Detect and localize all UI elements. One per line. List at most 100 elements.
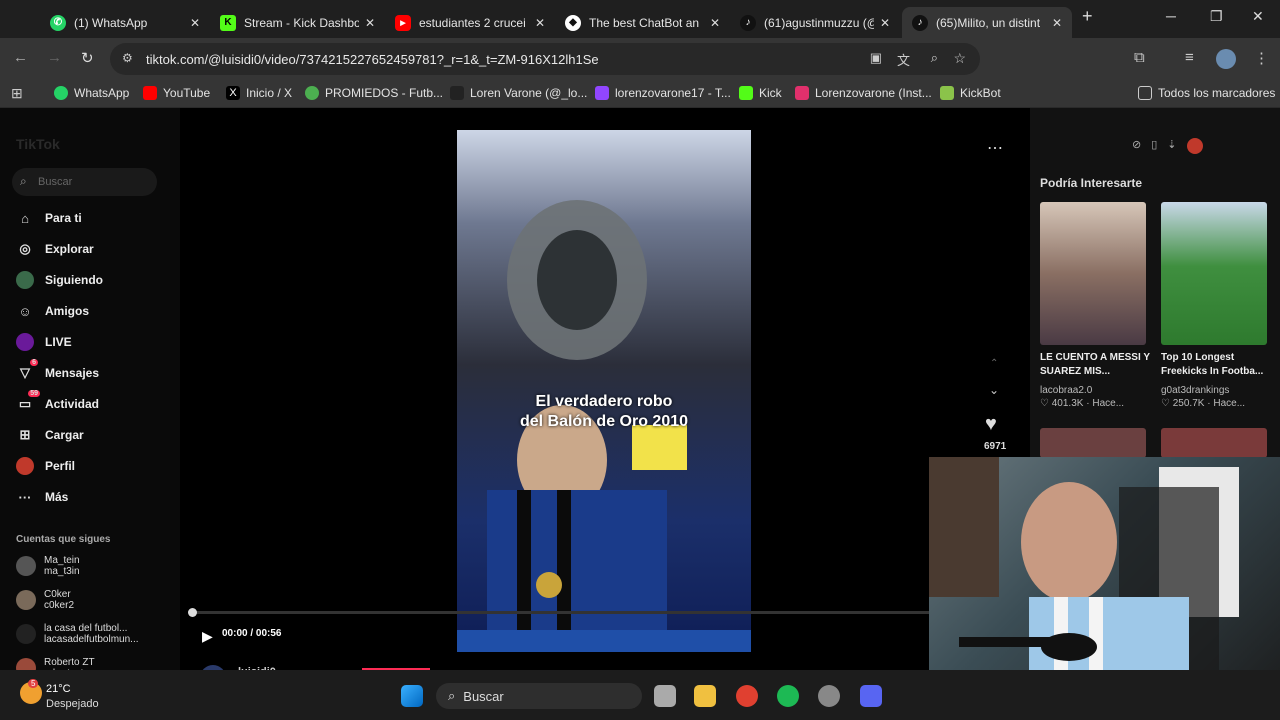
weather-sun-icon[interactable]: 5 <box>20 679 42 704</box>
suggested-video-title[interactable]: Top 10 Longest Freekicks In Footba... <box>1161 351 1271 379</box>
suggested-author[interactable]: g0at3drankings <box>1161 385 1271 396</box>
url-text: tiktok.com/@luisidi0/video/7374215227652… <box>146 51 599 67</box>
video-progress-track[interactable] <box>188 608 930 617</box>
close-icon[interactable]: ✕ <box>710 16 720 30</box>
close-icon[interactable]: ✕ <box>880 16 890 30</box>
tiktok-icon <box>450 86 464 100</box>
window-close-icon[interactable]: ✕ <box>1252 8 1264 25</box>
account-handle: ma_t3in <box>44 566 80 577</box>
nav-profile[interactable]: Perfil <box>16 457 75 475</box>
nav-messages[interactable]: ▽ 6 Mensajes <box>16 359 99 382</box>
profile-avatar[interactable] <box>1216 49 1236 69</box>
chevron-up-icon[interactable]: ⌃ <box>990 358 998 369</box>
following-account[interactable]: C0ker c0ker2 <box>16 589 74 611</box>
following-icon <box>16 271 34 289</box>
close-icon[interactable]: ✕ <box>535 16 545 30</box>
discord-icon[interactable] <box>860 685 882 707</box>
tab-tiktok-agustinmuzzu[interactable]: ♪ (61)agustinmuzzu (@ ✕ <box>730 7 900 38</box>
all-bookmarks-folder[interactable]: Todos los marcadores <box>1138 86 1275 100</box>
compass-icon[interactable]: ⊘ <box>1132 138 1141 154</box>
nav-activity[interactable]: ▭ 59 Actividad <box>16 390 99 413</box>
zoom-icon[interactable]: ⌕ <box>931 50 938 66</box>
apps-grid-icon[interactable]: ⊞ <box>11 85 23 102</box>
bookmark-tiktok-loren[interactable]: Loren Varone (@_lo... <box>450 86 587 100</box>
menu-dots-icon[interactable]: ⋮ <box>1254 49 1269 67</box>
back-arrow-icon[interactable]: ← <box>13 49 28 66</box>
task-view-icon[interactable] <box>654 685 676 707</box>
minimize-icon[interactable]: ─ <box>1166 8 1176 24</box>
install-app-icon[interactable]: ▣ <box>870 50 882 66</box>
suggested-thumbnail[interactable] <box>1161 202 1267 345</box>
nav-friends[interactable]: ☺ Amigos <box>16 302 89 320</box>
instagram-icon <box>795 86 809 100</box>
tab-chatbot[interactable]: ◆ The best ChatBot an ✕ <box>555 7 730 38</box>
reload-icon[interactable]: ↻ <box>81 49 94 67</box>
like-heart-icon[interactable]: ♥ <box>985 413 997 436</box>
tab-tiktok-milito[interactable]: ♪ (65)Milito, un distint ✕ <box>902 7 1072 38</box>
obs-icon[interactable] <box>818 685 840 707</box>
suggested-thumbnail[interactable] <box>1040 428 1146 458</box>
profile-icon <box>16 457 34 475</box>
download-icon[interactable]: ⇣ <box>1167 138 1176 154</box>
suggested-author[interactable]: lacobraa2.0 <box>1040 385 1150 396</box>
suggested-stats: ♡ 401.3K · Hace... <box>1040 398 1125 409</box>
bookmark-label: Kick <box>759 86 782 100</box>
taskbar-search[interactable]: ⌕ Buscar <box>436 683 642 709</box>
play-icon[interactable]: ▶ <box>202 628 213 645</box>
bookmark-label: Loren Varone (@_lo... <box>470 86 588 100</box>
compass-icon: ◎ <box>19 241 31 256</box>
nav-more[interactable]: ··· Más <box>16 488 69 506</box>
bookmark-promiedos[interactable]: PROMIEDOS - Futb... <box>305 86 443 100</box>
bookmark-x[interactable]: X Inicio / X <box>226 86 292 100</box>
chrome-icon[interactable] <box>736 685 758 707</box>
suggested-video-title[interactable]: LE CUENTO A MESSI Y SUAREZ MIS... <box>1040 351 1150 379</box>
spotify-icon[interactable] <box>777 685 799 707</box>
following-account[interactable]: Ma_tein ma_t3in <box>16 555 80 577</box>
search-input[interactable]: ⌕ Buscar <box>12 168 157 196</box>
forward-arrow-icon[interactable]: → <box>47 49 62 66</box>
tab-youtube[interactable]: ▶ estudiantes 2 crucei ✕ <box>385 7 555 38</box>
bookmark-twitch[interactable]: lorenzovarone17 - T... <box>595 86 731 100</box>
windows-start-icon[interactable] <box>401 685 423 707</box>
url-bar[interactable]: ⚙ tiktok.com/@luisidi0/video/73742152276… <box>110 43 980 75</box>
nav-following[interactable]: Siguiendo <box>16 271 103 289</box>
tiktok-icon: ♪ <box>912 14 928 31</box>
kick-icon <box>739 86 753 100</box>
close-icon[interactable]: ✕ <box>365 16 375 30</box>
bookmark-whatsapp[interactable]: WhatsApp <box>54 86 129 100</box>
video-player[interactable]: El verdadero robo del Balón de Oro 2010 <box>457 130 751 652</box>
translate-icon[interactable]: 文 <box>897 50 910 69</box>
suggested-thumbnail[interactable] <box>1161 428 1267 458</box>
kickbot-icon <box>940 86 954 100</box>
extensions-icon[interactable]: ⧉ <box>1134 49 1145 66</box>
nav-explore[interactable]: ◎ Explorar <box>16 240 93 258</box>
suggested-thumbnail[interactable] <box>1040 202 1146 345</box>
bookmark-kickbot[interactable]: KickBot <box>940 86 1001 100</box>
phone-icon[interactable]: ▯ <box>1151 138 1157 154</box>
close-icon[interactable]: ✕ <box>190 16 200 30</box>
bookmark-kick[interactable]: Kick <box>739 86 782 100</box>
tab-whatsapp[interactable]: ✆ (1) WhatsApp ✕ <box>40 7 210 38</box>
bookmark-star-icon[interactable]: ☆ <box>953 50 966 67</box>
close-icon[interactable]: ✕ <box>1052 16 1062 30</box>
bookmark-youtube[interactable]: YouTube <box>143 86 210 100</box>
new-tab-plus-icon[interactable]: + <box>1082 6 1093 27</box>
tiktok-logo[interactable]: TikTok <box>16 136 60 152</box>
following-account[interactable]: la casa del futbol... lacasadelfutbolmun.… <box>16 623 139 645</box>
nav-upload[interactable]: ⊞ Cargar <box>16 426 84 444</box>
chevron-down-icon[interactable]: ⌄ <box>989 383 999 397</box>
tab-kick-dashboard[interactable]: K Stream - Kick Dashbo ✕ <box>210 7 385 38</box>
site-info-icon[interactable]: ⚙ <box>122 51 133 65</box>
video-progress-thumb[interactable] <box>188 608 197 617</box>
bookmark-instagram[interactable]: Lorenzovarone (Inst... <box>795 86 932 100</box>
file-explorer-icon[interactable] <box>694 685 716 707</box>
more-options-icon[interactable]: ⋯ <box>987 138 1003 158</box>
promiedos-icon <box>305 86 319 100</box>
media-control-icon[interactable]: ≡ <box>1185 49 1194 66</box>
profile-avatar[interactable] <box>1186 138 1203 154</box>
restore-icon[interactable]: ❐ <box>1210 8 1223 25</box>
nav-for-you[interactable]: ⌂ Para ti <box>16 209 82 227</box>
nav-live[interactable]: LIVE <box>16 333 72 351</box>
kick-icon: K <box>220 14 236 31</box>
tab-label: estudiantes 2 crucei <box>419 15 526 30</box>
